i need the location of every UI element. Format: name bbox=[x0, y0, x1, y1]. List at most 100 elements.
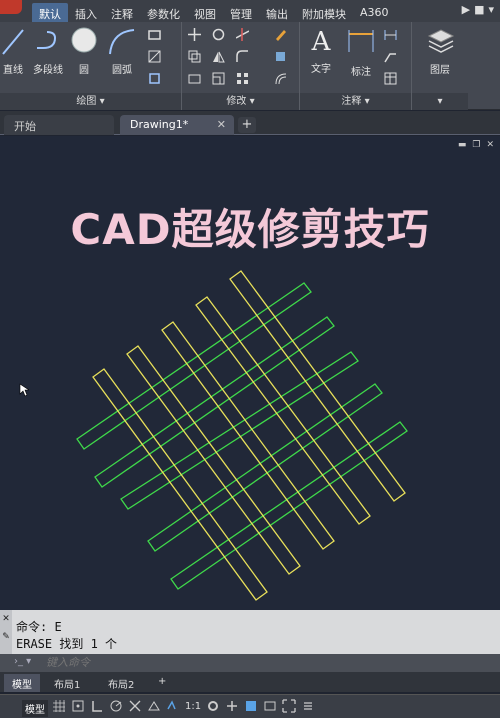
hardware-acceleration-icon[interactable] bbox=[263, 699, 277, 713]
document-tab-bar: 开始 Drawing1* ✕ + bbox=[0, 111, 500, 135]
minimize-ribbon-icon[interactable]: ▾ bbox=[488, 3, 494, 16]
tab-annotate[interactable]: 注释 bbox=[104, 3, 140, 22]
model-space-toggle[interactable]: 模型 bbox=[22, 700, 48, 717]
grid-icon[interactable] bbox=[52, 699, 66, 713]
modify-panel-title[interactable]: 修改 ▾ bbox=[182, 93, 299, 110]
tab-layout1[interactable]: 布局1 bbox=[46, 674, 88, 692]
new-tab-button[interactable]: + bbox=[238, 117, 256, 133]
polar-tracking-icon[interactable] bbox=[109, 699, 123, 713]
erase-icon[interactable] bbox=[274, 28, 287, 41]
fillet-icon[interactable] bbox=[236, 50, 249, 63]
green-strip-4[interactable] bbox=[147, 383, 383, 552]
linear-dim-icon[interactable] bbox=[384, 28, 397, 41]
dimension-tool-label: 标注 bbox=[351, 67, 371, 78]
draw-panel: 直线 多段线 圆 圆弧 绘图 ▾ bbox=[0, 22, 182, 110]
ribbon-extra-controls: ▶ ■ ▾ bbox=[462, 3, 494, 16]
green-strips bbox=[76, 282, 408, 590]
explode-icon[interactable] bbox=[274, 50, 287, 63]
clean-screen-icon[interactable] bbox=[282, 699, 296, 713]
rectangle-icon[interactable] bbox=[148, 28, 161, 41]
trim-icon[interactable] bbox=[236, 28, 249, 41]
command-history-line-2: ERASE 找到 1 个 bbox=[16, 637, 118, 651]
isodraft-icon[interactable] bbox=[147, 699, 161, 713]
status-bar-tools: 1:1 bbox=[52, 699, 315, 713]
line-tool[interactable]: 直线 bbox=[0, 26, 26, 76]
polyline-tool-label: 多段线 bbox=[33, 65, 63, 76]
annotation-scale[interactable]: 1:1 bbox=[185, 701, 201, 712]
customization-menu-icon[interactable] bbox=[301, 699, 315, 713]
tab-drawing1[interactable]: Drawing1* ✕ bbox=[120, 115, 234, 135]
tab-default[interactable]: 默认 bbox=[32, 3, 68, 22]
add-icon[interactable] bbox=[225, 699, 239, 713]
application-menu-button[interactable] bbox=[0, 0, 22, 14]
stretch-icon[interactable] bbox=[188, 72, 201, 85]
dimension-tool[interactable]: 标注 bbox=[344, 26, 378, 78]
grid-drawing[interactable] bbox=[0, 136, 500, 610]
tab-addins[interactable]: 附加模块 bbox=[295, 3, 353, 22]
forward-arrow-icon[interactable]: ▶ bbox=[462, 3, 470, 16]
arc-icon bbox=[109, 29, 135, 55]
polyline-tool[interactable]: 多段线 bbox=[28, 26, 68, 76]
tab-model[interactable]: 模型 bbox=[4, 674, 40, 692]
isolate-objects-icon[interactable] bbox=[244, 699, 258, 713]
rotate-icon[interactable] bbox=[212, 28, 225, 41]
drawing-canvas[interactable]: ▬ ❐ ✕ CAD超级修剪技巧 bbox=[0, 136, 500, 610]
line-icon bbox=[2, 29, 24, 55]
ribbon-tab-bar: 默认 插入 注释 参数化 视图 管理 输出 附加模块 A360 ▶ ■ ▾ bbox=[0, 0, 500, 22]
ribbon-panel-area: 直线 多段线 圆 圆弧 绘图 ▾ 修改 ▾ A 文字 标注 注释 ▾ 图层 ▾ bbox=[0, 22, 500, 110]
polyline-icon bbox=[37, 31, 57, 49]
layers-icon bbox=[427, 29, 455, 53]
copy-icon[interactable] bbox=[188, 50, 201, 63]
scale-icon[interactable] bbox=[212, 72, 225, 85]
dimension-icon bbox=[348, 30, 374, 52]
snap-icon[interactable] bbox=[71, 699, 85, 713]
video-icon[interactable]: ■ bbox=[474, 3, 484, 16]
text-tool[interactable]: A 文字 bbox=[306, 26, 336, 75]
ribbon-tabs: 默认 插入 注释 参数化 视图 管理 输出 附加模块 A360 bbox=[32, 3, 396, 22]
tab-a360[interactable]: A360 bbox=[353, 3, 396, 22]
new-layout-button[interactable]: + bbox=[150, 674, 174, 692]
close-tab-icon[interactable]: ✕ bbox=[217, 118, 226, 131]
workspace-gear-icon[interactable] bbox=[206, 699, 220, 713]
annotation-visibility-icon[interactable] bbox=[166, 699, 180, 713]
array-icon[interactable] bbox=[236, 72, 249, 85]
annotation-panel-title[interactable]: 注释 ▾ bbox=[300, 93, 411, 110]
command-line-window: ✕ ✎ 命令: E ERASE 找到 1 个 ›_ ▾ bbox=[0, 610, 500, 672]
command-input[interactable] bbox=[46, 655, 486, 670]
hatch-icon[interactable] bbox=[148, 50, 161, 63]
tab-parametric[interactable]: 参数化 bbox=[140, 3, 187, 22]
tab-manage[interactable]: 管理 bbox=[223, 3, 259, 22]
annotation-panel: A 文字 标注 注释 ▾ bbox=[300, 22, 412, 110]
table-icon[interactable] bbox=[384, 72, 397, 85]
offset-icon[interactable] bbox=[274, 72, 287, 85]
tab-layout2[interactable]: 布局2 bbox=[100, 674, 142, 692]
command-input-row: ›_ ▾ bbox=[0, 654, 500, 672]
circle-tool[interactable]: 圆 bbox=[70, 26, 98, 76]
circle-icon bbox=[71, 27, 97, 53]
layers-panel-expander[interactable]: ▾ bbox=[412, 93, 468, 110]
tab-view[interactable]: 视图 bbox=[187, 3, 223, 22]
leader-icon[interactable] bbox=[384, 50, 397, 63]
layers-tool-label: 图层 bbox=[430, 65, 450, 76]
circle-tool-label: 圆 bbox=[79, 65, 89, 76]
green-strip-3[interactable] bbox=[120, 351, 359, 510]
boundary-icon[interactable] bbox=[148, 72, 161, 85]
command-prompt-icon[interactable]: ›_ ▾ bbox=[14, 656, 31, 667]
text-A-icon: A bbox=[311, 27, 331, 57]
move-icon[interactable] bbox=[188, 28, 201, 41]
layers-panel: 图层 ▾ bbox=[412, 22, 468, 110]
status-bar: 模型 1:1 bbox=[0, 694, 500, 718]
mirror-icon[interactable] bbox=[212, 50, 225, 63]
arc-tool[interactable]: 圆弧 bbox=[104, 26, 140, 76]
tab-insert[interactable]: 插入 bbox=[68, 3, 104, 22]
layers-tool[interactable]: 图层 bbox=[422, 26, 458, 76]
arc-tool-label: 圆弧 bbox=[112, 65, 132, 76]
close-command-line-icon[interactable]: ✕ bbox=[0, 614, 12, 624]
tab-start[interactable]: 开始 bbox=[4, 115, 114, 135]
draw-panel-title[interactable]: 绘图 ▾ bbox=[0, 93, 181, 110]
ortho-icon[interactable] bbox=[90, 699, 104, 713]
tab-output[interactable]: 输出 bbox=[259, 3, 295, 22]
object-snap-icon[interactable] bbox=[128, 699, 142, 713]
customize-command-line-icon[interactable]: ✎ bbox=[0, 632, 12, 642]
command-history-line-1: 命令: E bbox=[16, 620, 62, 634]
